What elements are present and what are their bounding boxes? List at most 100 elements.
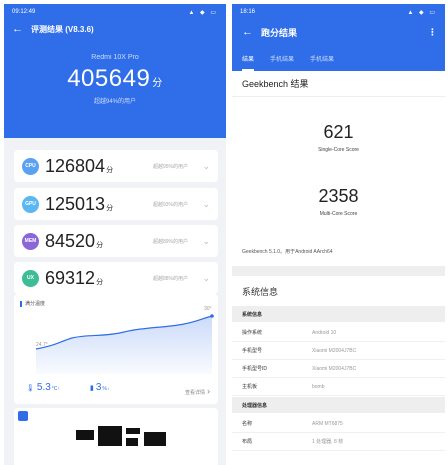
- view-detail-label: 查看详情: [184, 390, 205, 396]
- gpu-score-card[interactable]: GPU 125013分 超越93%的用户 ⌄: [14, 188, 218, 220]
- result-header: 18:16 ▲ ◆ ▭ ← 跑分结果 ⋮ 结果 手机结果 手机结果: [232, 4, 445, 71]
- chevron-down-icon: ⌄: [202, 198, 210, 209]
- info-row: 操作系统 Android 10: [232, 324, 445, 342]
- gpu-score-value: 125013: [45, 193, 106, 214]
- info-row: 手机型号ID Xiaomi M2004J7BC: [232, 360, 445, 378]
- single-core-label: Single-Core Score: [318, 147, 359, 153]
- chart-end-label: 30°: [204, 306, 212, 312]
- system-info-title: 系统信息: [242, 287, 279, 297]
- info-value: ARM MT6875: [312, 420, 343, 427]
- status-time: 18:16: [240, 9, 256, 15]
- multi-core-block: 2358 Multi-Core Score: [232, 186, 445, 217]
- info-key: 名称: [242, 421, 253, 427]
- chevron-down-icon: ⌄: [202, 235, 210, 246]
- info-row: 手机型号 Xiaomi M2004J7BC: [232, 342, 445, 360]
- chevron-down-icon: ⌄: [202, 160, 210, 171]
- tab-bar: 结果 手机结果 手机结果: [232, 50, 445, 71]
- chart-start-label: 24.7°: [36, 342, 48, 348]
- back-arrow-icon[interactable]: ←: [12, 23, 23, 35]
- mem-icon: MEM: [22, 232, 39, 250]
- chart-end-point: [210, 314, 214, 318]
- image-block: [98, 426, 122, 446]
- image-badge-icon: [18, 411, 28, 421]
- divider: [232, 266, 445, 276]
- info-key: 手机型号ID: [242, 366, 268, 372]
- title-bar: ← 跑分结果 ⋮: [232, 20, 445, 44]
- sub-score-value: 126804分: [45, 156, 113, 177]
- battery-icon: ▮: [90, 385, 94, 392]
- tab-results[interactable]: 结果: [242, 50, 255, 71]
- cpu-icon: CPU: [22, 157, 39, 175]
- geekbench-screen: 18:16 ▲ ◆ ▭ ← 跑分结果 ⋮ 结果 手机结果 手机结果 Geekbe…: [232, 4, 445, 465]
- battery-drop: ▮ 3 %↓: [90, 382, 109, 393]
- info-value: Android 10: [312, 329, 337, 336]
- info-key: 手机型号: [242, 348, 263, 354]
- back-arrow-icon[interactable]: ←: [242, 26, 253, 38]
- page-title: 跑分结果: [261, 27, 298, 38]
- beat-text: 超越94%的用户: [93, 99, 136, 105]
- image-block: [144, 432, 166, 446]
- battery-unit: %↓: [102, 386, 110, 392]
- score-header: 09:12:49 ▲ ◆ ▭ ← 评测结果 (V8.3.6) Redmi 10X…: [4, 4, 226, 138]
- info-row: 名称 ARM MT6875: [232, 415, 445, 433]
- ux-score-card[interactable]: UX 69312分 超越88%的用户 ⌄: [14, 262, 218, 294]
- chevron-down-icon: ⌄: [202, 272, 210, 283]
- single-core-block: 621 Single-Core Score: [232, 122, 445, 153]
- title-bar: ← 评测结果 (V8.3.6): [4, 20, 226, 38]
- more-options-icon[interactable]: ⋮: [428, 27, 437, 38]
- antutu-screen: 09:12:49 ▲ ◆ ▭ ← 评测结果 (V8.3.6) Redmi 10X…: [4, 4, 226, 465]
- sub-score-percent: 超越88%的用户: [152, 275, 188, 282]
- status-bar: 09:12:49 ▲ ◆ ▭: [4, 4, 226, 20]
- section-header-processor: 处理器信息: [232, 397, 445, 413]
- status-bar: 18:16 ▲ ◆ ▭: [232, 4, 445, 20]
- image-block: [126, 428, 140, 434]
- chart-title: 满分温度: [20, 300, 45, 307]
- info-value: Xiaomi M2004J7BC: [312, 365, 357, 372]
- chart-title-text: 满分温度: [25, 301, 46, 307]
- score-unit: 分: [106, 166, 114, 174]
- info-row: 主机板 bomb: [232, 378, 445, 396]
- info-key: 布局: [242, 439, 253, 445]
- temp-rise-value: 5.3: [36, 382, 51, 393]
- temp-rise-unit: °C↑: [51, 386, 60, 392]
- sub-score-percent: 超越89%的用户: [152, 238, 188, 245]
- section-header-system: 系统信息: [232, 306, 445, 322]
- single-core-score: 621: [323, 122, 354, 142]
- thermometer-icon: 🌡: [26, 385, 35, 392]
- score-unit: 分: [152, 78, 163, 89]
- info-value: bomb: [312, 383, 325, 390]
- sub-score-value: 125013分: [45, 194, 113, 215]
- tab-phone-results[interactable]: 手机结果: [270, 50, 294, 71]
- info-value: Xiaomi M2004J7BC: [312, 347, 357, 354]
- sub-score-percent: 超越93%的用户: [152, 201, 188, 208]
- total-score-value: 405649: [67, 65, 151, 92]
- sub-score-value: 84520分: [45, 231, 103, 252]
- cpu-score-card[interactable]: CPU 126804分 超越95%的用户 ⌄: [14, 150, 218, 182]
- status-icons: ▲ ◆ ▭: [188, 9, 218, 16]
- geekbench-version: Geekbench 5.1.0。用于Android AArch64: [242, 249, 333, 255]
- tab-phone-results-2[interactable]: 手机结果: [310, 50, 334, 71]
- device-name: Redmi 10X Pro: [91, 54, 139, 61]
- temperature-chart-card: 24.7° 30° 满分温度 🌡 5.3 °C↑ ▮ 3 %↓ 查看详情 ›: [14, 294, 218, 404]
- chart-area: [36, 316, 212, 374]
- info-value: 1 处理器, 8 核: [312, 439, 344, 445]
- score-unit: 分: [96, 278, 104, 286]
- info-key: 主机板: [242, 384, 258, 390]
- sub-score-value: 69312分: [45, 268, 103, 289]
- view-detail-link[interactable]: 查看详情 ›: [185, 386, 210, 396]
- image-block: [76, 430, 94, 440]
- page-title: 评测结果 (V8.3.6): [31, 24, 94, 34]
- status-icons: ▲ ◆ ▭: [407, 9, 437, 16]
- mem-score-value: 84520: [45, 230, 96, 251]
- score-unit: 分: [106, 204, 114, 212]
- info-row: 布局 1 处理器, 8 核: [232, 433, 445, 451]
- battery-value: 3: [95, 382, 102, 393]
- total-score: 405649 分: [4, 65, 226, 93]
- image-block: [126, 438, 138, 446]
- multi-core-score: 2358: [318, 186, 359, 206]
- promo-image-card[interactable]: [14, 408, 218, 465]
- info-key: 操作系统: [242, 330, 263, 336]
- cpu-score-value: 126804: [45, 155, 106, 176]
- geekbench-title: Geekbench 结果: [232, 71, 445, 97]
- mem-score-card[interactable]: MEM 84520分 超越89%的用户 ⌄: [14, 225, 218, 257]
